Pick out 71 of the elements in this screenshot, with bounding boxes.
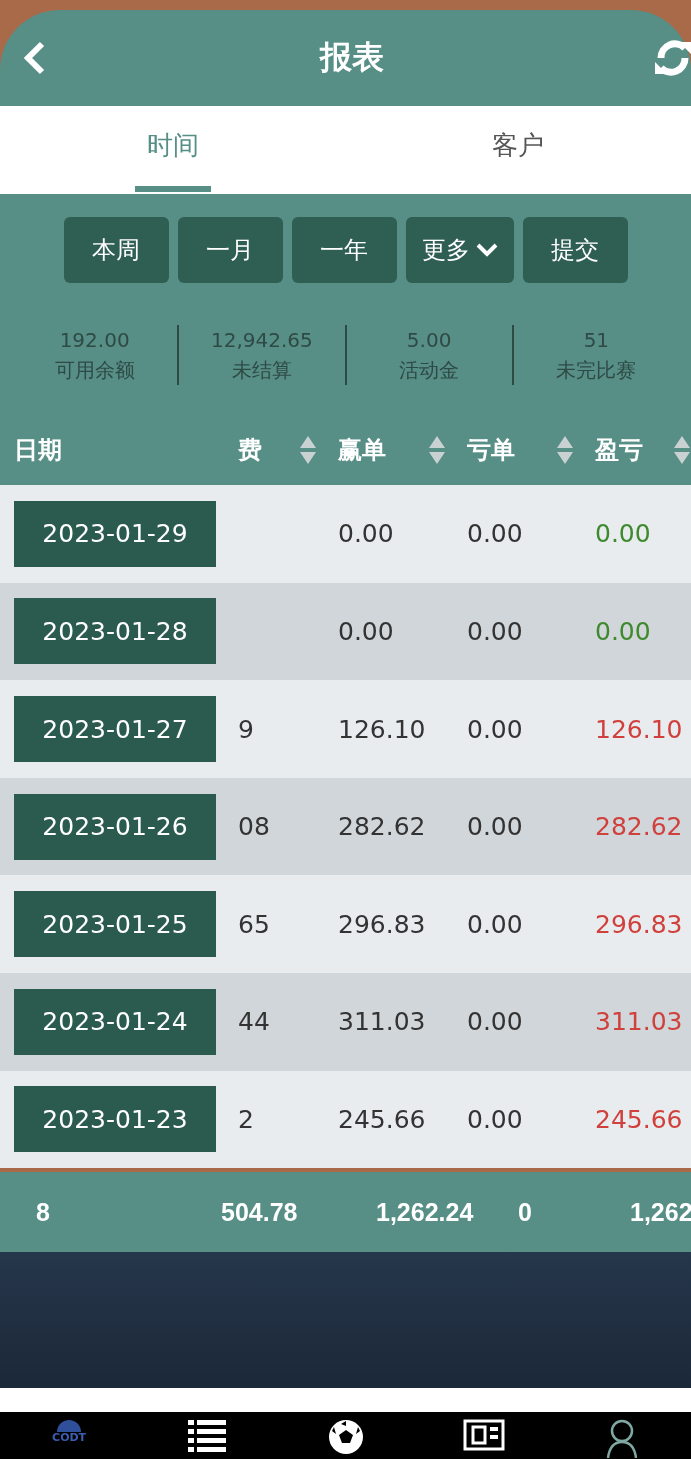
total-cell-text: 8 bbox=[35, 1197, 50, 1226]
table-cell: 126.10 bbox=[595, 714, 683, 744]
stat-value: 12,942.65 bbox=[210, 327, 313, 355]
table-cell: 08 bbox=[238, 812, 270, 842]
table-cell: 245.66 bbox=[595, 1104, 683, 1134]
tab[interactable]: 客户 bbox=[480, 105, 557, 192]
table-cell: 65 bbox=[238, 909, 270, 939]
logo-text: CODT bbox=[52, 1432, 87, 1445]
table-cell: 296.83 bbox=[338, 909, 426, 939]
table-cell: 9 bbox=[238, 714, 254, 744]
table-cell: 0.00 bbox=[467, 616, 523, 646]
stat-value: 192.00 bbox=[59, 327, 130, 355]
table-cell: 0.00 bbox=[467, 1104, 523, 1134]
table-cell: 245.66 bbox=[338, 1104, 426, 1134]
table-cell: 296.83 bbox=[595, 909, 683, 939]
globe-icon[interactable] bbox=[56, 1418, 83, 1433]
stat-label: 活动金 bbox=[399, 357, 460, 385]
period-button[interactable]: 提交 bbox=[522, 217, 628, 284]
table-cell: 311.03 bbox=[338, 1007, 426, 1037]
stat-label: 可用余额 bbox=[54, 357, 135, 385]
table-cell: 2 bbox=[238, 1104, 254, 1134]
column-header: 盈亏 bbox=[595, 435, 643, 467]
soccer-ball-icon[interactable] bbox=[326, 1418, 365, 1457]
date-button[interactable]: 2023-01-28 bbox=[14, 598, 216, 665]
user-icon[interactable] bbox=[604, 1418, 639, 1459]
table-cell: 0.00 bbox=[338, 519, 394, 549]
stat-value: 5.00 bbox=[406, 327, 452, 355]
total-cell-text: 1,262 bbox=[629, 1197, 691, 1226]
table-cell: 0.00 bbox=[338, 616, 394, 646]
column-header: 赢单 bbox=[338, 435, 386, 467]
table-cell: 282.62 bbox=[595, 812, 683, 842]
sort-icon[interactable] bbox=[674, 435, 690, 466]
table-cell: 0.00 bbox=[595, 616, 651, 646]
more-dropdown[interactable]: 更多 bbox=[405, 217, 514, 284]
total-cell-text: 504.78 bbox=[220, 1197, 298, 1226]
table-cell: 0.00 bbox=[467, 812, 523, 842]
date-button[interactable]: 2023-01-29 bbox=[14, 500, 216, 567]
table-cell: 0.00 bbox=[467, 1007, 523, 1037]
stat-label: 未结算 bbox=[231, 357, 292, 385]
column-header: 费 bbox=[238, 435, 262, 467]
period-button[interactable]: 一月 bbox=[177, 217, 283, 284]
sort-icon[interactable] bbox=[557, 435, 573, 466]
total-cell-text: 1,262.24 bbox=[375, 1197, 474, 1226]
period-button[interactable]: 本周 bbox=[63, 217, 169, 284]
list-icon[interactable] bbox=[188, 1418, 227, 1453]
period-button[interactable]: 一年 bbox=[291, 217, 397, 284]
table-cell: 44 bbox=[238, 1007, 270, 1037]
sort-icon[interactable] bbox=[300, 435, 316, 466]
table-cell: 282.62 bbox=[338, 812, 426, 842]
table-cell: 0.00 bbox=[467, 519, 523, 549]
table-cell: 0.00 bbox=[467, 714, 523, 744]
chevron-down-icon bbox=[475, 243, 498, 258]
date-button[interactable]: 2023-01-25 bbox=[14, 891, 216, 958]
table-cell: 0.00 bbox=[467, 909, 523, 939]
column-header: 亏单 bbox=[467, 435, 515, 467]
table-cell: 311.03 bbox=[595, 1007, 683, 1037]
refresh-icon[interactable] bbox=[655, 37, 691, 78]
sort-icon[interactable] bbox=[429, 435, 445, 466]
date-button[interactable]: 2023-01-23 bbox=[14, 1086, 216, 1153]
stat-value: 51 bbox=[583, 327, 610, 355]
ticket-icon[interactable] bbox=[462, 1418, 505, 1453]
total-cell-text: 0 bbox=[517, 1197, 532, 1226]
date-button[interactable]: 2023-01-27 bbox=[14, 696, 216, 763]
page-title: 报表 bbox=[319, 36, 384, 78]
date-button[interactable]: 2023-01-24 bbox=[14, 988, 216, 1055]
table-cell: 0.00 bbox=[595, 519, 651, 549]
column-header: 日期 bbox=[14, 435, 62, 467]
table-cell: 126.10 bbox=[338, 714, 426, 744]
stat-label: 未完比赛 bbox=[556, 357, 637, 385]
date-button[interactable]: 2023-01-26 bbox=[14, 793, 216, 860]
tab[interactable]: 时间 bbox=[134, 105, 211, 192]
